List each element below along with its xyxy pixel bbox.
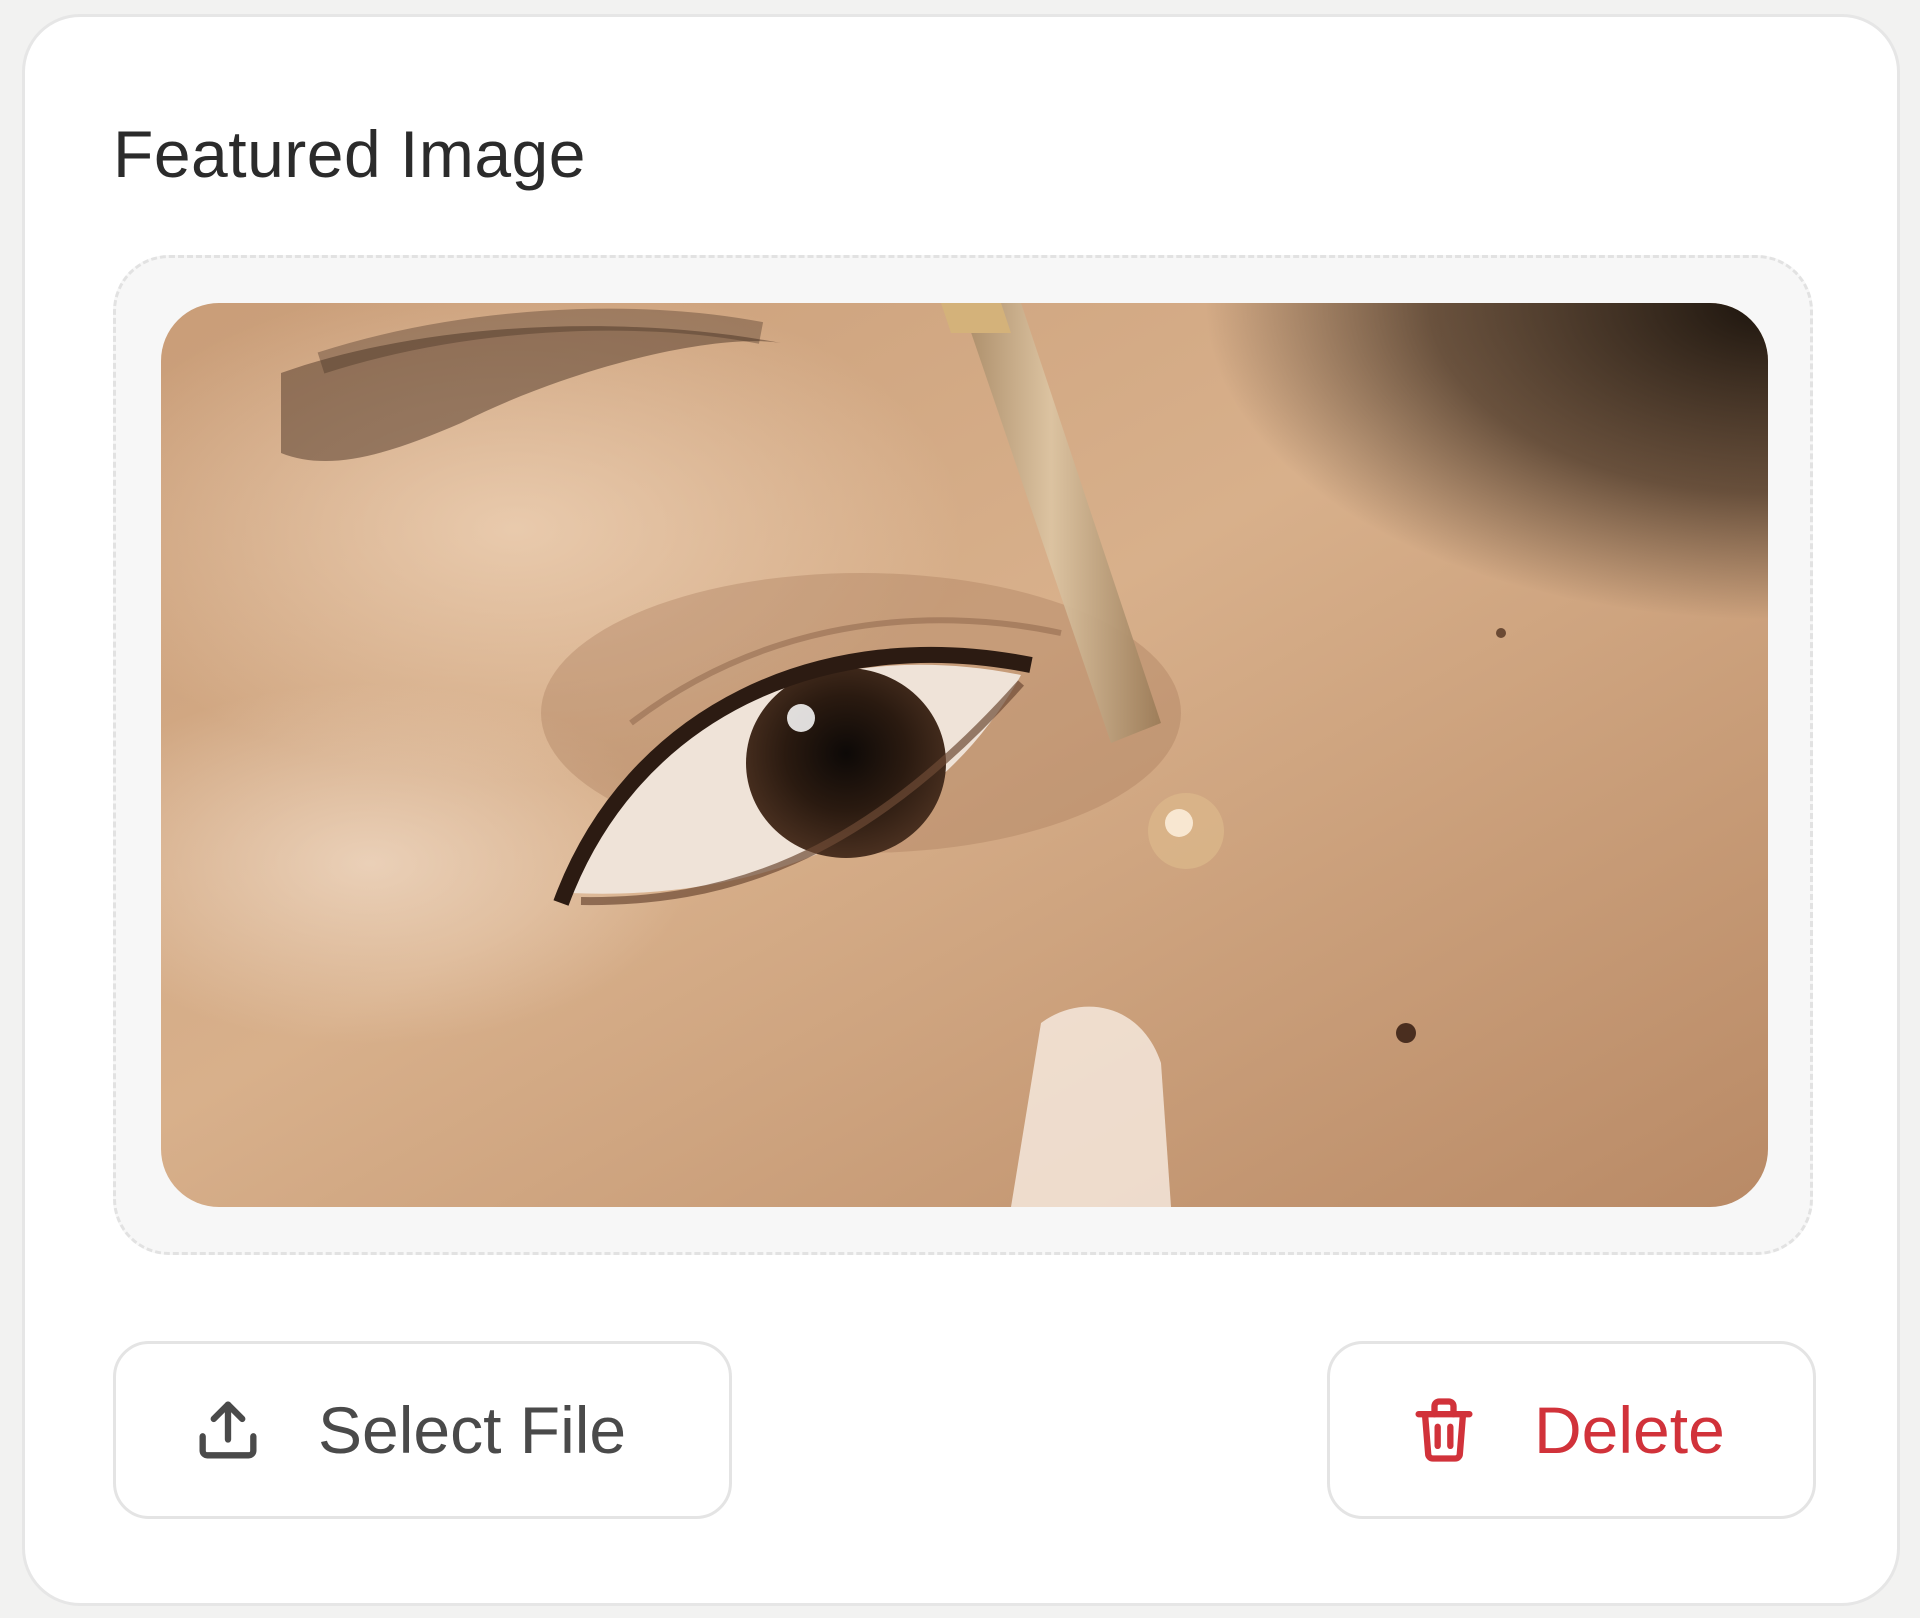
upload-icon [190, 1392, 266, 1468]
select-file-button[interactable]: Select File [113, 1341, 732, 1519]
delete-button[interactable]: Delete [1327, 1341, 1816, 1519]
card-title: Featured Image [113, 117, 586, 191]
delete-label: Delete [1534, 1393, 1725, 1467]
trash-icon [1406, 1392, 1482, 1468]
select-file-label: Select File [318, 1393, 627, 1467]
image-dropzone[interactable] [113, 255, 1813, 1255]
featured-image-card: Featured Image Select File Delete [22, 14, 1900, 1606]
preview-photo [161, 303, 1768, 1207]
featured-image-preview [161, 303, 1768, 1207]
